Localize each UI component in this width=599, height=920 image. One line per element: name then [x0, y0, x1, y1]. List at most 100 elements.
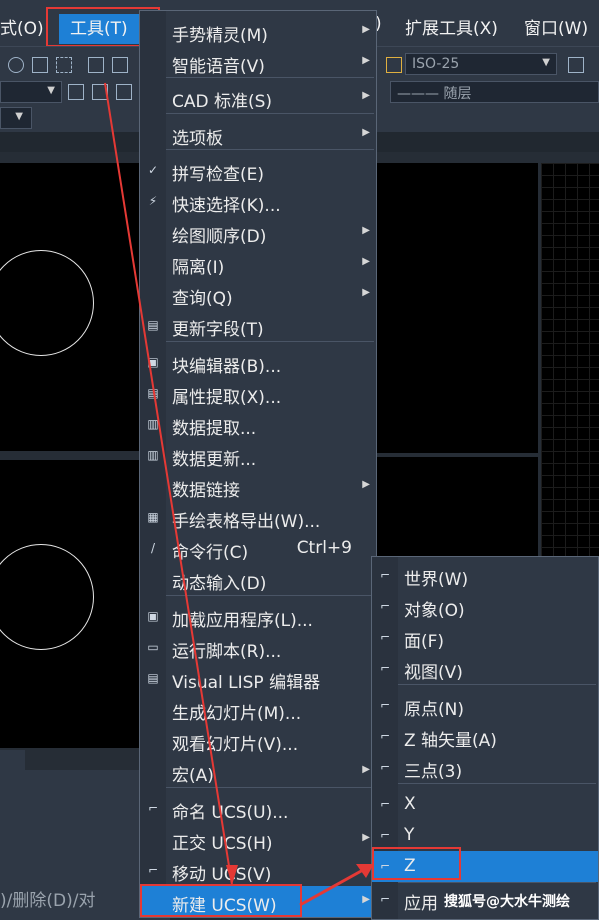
shortcut-label: Ctrl+9	[296, 538, 352, 558]
tools-menu-item[interactable]: 数据链接 ▶	[140, 471, 376, 502]
grid-tool-icon[interactable]	[112, 57, 128, 73]
tools-menu-item[interactable]: ✓ 拼写检查(E)	[140, 155, 376, 186]
chevron-down-icon: ▼	[542, 57, 550, 68]
table-export-icon: ▦	[147, 510, 159, 524]
menu-separator	[166, 113, 374, 114]
calculator-icon[interactable]	[88, 57, 104, 73]
command-line-icon: /	[150, 541, 156, 555]
ucs-menu-item[interactable]: ⌐ 对象(O)	[372, 591, 598, 622]
spellcheck-icon: ✓	[147, 163, 159, 177]
submenu-arrow-icon: ▶	[362, 479, 370, 490]
load-app-icon: ▣	[147, 609, 159, 623]
submenu-arrow-icon: ▶	[362, 764, 370, 775]
viewport-top-right[interactable]	[376, 163, 538, 453]
menu-format[interactable]: 式(O)	[0, 14, 44, 39]
ucs-menu-item-label: 三点(3)	[404, 762, 463, 782]
tools-menu-item-label: 手绘表格导出(W)...	[172, 512, 321, 532]
menu-separator	[398, 783, 596, 784]
menu-separator	[166, 787, 374, 788]
tools-menu-item[interactable]: 选项板 ▶	[140, 119, 376, 150]
lisp-editor-icon: ▤	[147, 671, 159, 685]
tools-menu-item-label: 观看幻灯片(V)...	[172, 735, 299, 755]
run-script-icon: ▭	[147, 640, 159, 654]
ucs-menu-item[interactable]: ⌐ 原点(N)	[372, 690, 598, 721]
tools-menu-item[interactable]: ▤ Visual LISP 编辑器	[140, 663, 376, 694]
zoom-previous-icon[interactable]	[56, 57, 72, 73]
tools-menu-item-label: 运行脚本(R)...	[172, 642, 282, 662]
tools-menu-item-label: 手势精灵(M)	[172, 26, 268, 46]
submenu-arrow-icon: ▶	[362, 24, 370, 35]
layer-match-icon[interactable]	[92, 84, 108, 100]
data-extract-icon: ▥	[147, 417, 159, 431]
ucs-menu-item[interactable]: ⌐ 三点(3)	[372, 752, 598, 783]
ucs-icon: ⌐	[379, 599, 391, 613]
tools-menu-item-label: 加载应用程序(L)...	[172, 611, 313, 631]
menu-separator	[398, 882, 596, 883]
ucs-menu-item-label: 原点(N)	[404, 700, 464, 720]
tools-menu-item[interactable]: CAD 标准(S) ▶	[140, 82, 376, 113]
tools-menu-item[interactable]: ▥ 数据更新...	[140, 440, 376, 471]
tools-menu-item[interactable]: ▥ 数据提取...	[140, 409, 376, 440]
tools-menu-item-label: CAD 标准(S)	[172, 92, 273, 112]
tools-menu-item[interactable]: ▤ 更新字段(T)	[140, 310, 376, 341]
ucs-menu-item[interactable]: ⌐ 面(F)	[372, 622, 598, 653]
tools-menu-item-label: 数据提取...	[172, 419, 257, 439]
tools-menu-item[interactable]: 观看幻灯片(V)...	[140, 725, 376, 756]
tools-menu-item[interactable]: 查询(Q) ▶	[140, 279, 376, 310]
tools-menu-item[interactable]: ⌐ 命名 UCS(U)...	[140, 793, 376, 824]
tools-menu-item[interactable]: / 命令行(C) Ctrl+9	[140, 533, 376, 564]
ucs-icon: ⌐	[379, 568, 391, 582]
dimension-style-icon[interactable]	[386, 57, 402, 73]
ucs-menu-item-label: 应用	[404, 894, 438, 914]
ucs-icon: ⌐	[379, 828, 391, 842]
tools-menu-item[interactable]: ▭ 运行脚本(R)...	[140, 632, 376, 663]
ucs-menu-item[interactable]: ⌐ 视图(V)	[372, 653, 598, 684]
tools-menu-item-label: 智能语音(V)	[172, 57, 265, 77]
viewport-bottom-right[interactable]	[376, 457, 538, 557]
tools-menu-item[interactable]: ▣ 块编辑器(B)...	[140, 347, 376, 378]
named-ucs-icon: ⌐	[147, 801, 159, 815]
layer-lock-icon[interactable]	[116, 84, 132, 100]
ucs-icon: ⌐	[379, 797, 391, 811]
tools-menu-item-label: 属性提取(X)...	[172, 388, 282, 408]
tools-menu-item-label: Visual LISP 编辑器	[172, 673, 321, 693]
layer-previous-icon[interactable]	[68, 84, 84, 100]
tools-menu: 手势精灵(M) ▶ 智能语音(V) ▶ CAD 标准(S) ▶ 选项板 ▶ ✓ 拼写检查(E) ⚡ 快…	[139, 10, 377, 918]
tools-menu-item[interactable]: ⚡ 快速选择(K)...	[140, 186, 376, 217]
tools-menu-item[interactable]: 手势精灵(M) ▶	[140, 16, 376, 47]
submenu-arrow-icon: ▶	[362, 894, 370, 905]
dimstyle-select[interactable]: ISO-25 ▼	[405, 53, 557, 75]
tools-menu-item[interactable]: 宏(A) ▶	[140, 756, 376, 787]
tools-menu-item[interactable]: 动态输入(D)	[140, 564, 376, 595]
zoom-icon[interactable]	[8, 57, 24, 73]
tools-menu-item[interactable]: ▤ 属性提取(X)...	[140, 378, 376, 409]
tools-menu-item[interactable]: ▦ 手绘表格导出(W)...	[140, 502, 376, 533]
tools-menu-item[interactable]: ▣ 加载应用程序(L)...	[140, 601, 376, 632]
ucs-menu-item-label: 对象(O)	[404, 601, 465, 621]
update-field-icon: ▤	[147, 318, 159, 332]
layer-select[interactable]: ▼	[0, 81, 62, 103]
tools-menu-item[interactable]: ⌐ 移动 UCS(V)	[140, 855, 376, 886]
tools-menu-item-label: 绘图顺序(D)	[172, 227, 267, 247]
ucs-menu-item[interactable]: ⌐ Z 轴矢量(A)	[372, 721, 598, 752]
ucs-menu-item[interactable]: ⌐ X	[372, 789, 598, 820]
linetype-value: ——— 随层	[397, 86, 472, 102]
tools-menu-item[interactable]: 生成幻灯片(M)...	[140, 694, 376, 725]
style-select[interactable]: ▼	[0, 107, 32, 129]
ucs-menu-item[interactable]: ⌐ 世界(W)	[372, 560, 598, 591]
tools-menu-item-label: 块编辑器(B)...	[172, 357, 282, 377]
tools-menu-item[interactable]: 智能语音(V) ▶	[140, 47, 376, 78]
zoom-window-icon[interactable]	[32, 57, 48, 73]
menu-separator	[166, 595, 374, 596]
linetype-select[interactable]: ——— 随层	[390, 81, 599, 103]
tools-menu-item-label: 数据更新...	[172, 450, 257, 470]
menu-extension-tools[interactable]: 扩展工具(X)	[405, 14, 498, 39]
menu-window[interactable]: 窗口(W)	[524, 14, 588, 39]
layout-tab[interactable]	[0, 750, 25, 770]
tools-menu-item[interactable]: 正交 UCS(H) ▶	[140, 824, 376, 855]
tools-menu-item[interactable]: 绘图顺序(D) ▶	[140, 217, 376, 248]
annotation-box-z	[372, 847, 461, 880]
tools-menu-item[interactable]: 隔离(I) ▶	[140, 248, 376, 279]
table-style-icon[interactable]	[568, 57, 584, 73]
tools-menu-item-label: 更新字段(T)	[172, 320, 264, 340]
